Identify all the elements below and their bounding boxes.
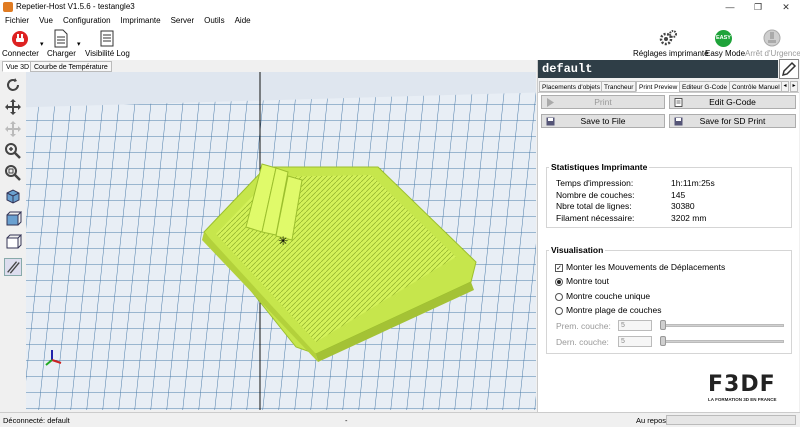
- print-bed-scene: ✳: [26, 72, 536, 410]
- radio-icon: [555, 292, 563, 301]
- save-icon: [546, 117, 555, 126]
- first-layer-spinner[interactable]: 5: [618, 320, 652, 331]
- progress-bar: [666, 415, 796, 425]
- menu-aide[interactable]: Aide: [230, 14, 256, 27]
- first-layer-slider[interactable]: [660, 324, 784, 327]
- last-layer-slider[interactable]: [660, 340, 784, 343]
- play-icon: [547, 98, 554, 107]
- tab-print-preview[interactable]: Print Preview: [636, 81, 681, 92]
- front-view-icon[interactable]: [4, 210, 22, 228]
- tab-temperature-curve[interactable]: Courbe de Température: [30, 61, 112, 72]
- stat-label: Temps d'impression:: [556, 178, 634, 188]
- edit-document-icon: [674, 98, 683, 107]
- menu-configuration[interactable]: Configuration: [58, 14, 116, 27]
- menu-outils[interactable]: Outils: [199, 14, 229, 27]
- checkbox-checked-icon: ✓: [555, 263, 563, 272]
- zoom-fit-icon[interactable]: [4, 164, 22, 182]
- minimize-icon[interactable]: —: [716, 0, 744, 14]
- stat-value: 145: [671, 190, 686, 200]
- status-separator: -: [345, 416, 348, 425]
- tab-scroll-right-icon[interactable]: ▸: [790, 81, 798, 92]
- tab-manual-control[interactable]: Contrôle Manuel: [729, 81, 783, 92]
- stat-value: 1h:11m:25s: [671, 178, 715, 188]
- edit-printer-button[interactable]: [779, 59, 799, 79]
- maximize-icon[interactable]: ❐: [744, 0, 772, 14]
- view-tools: [0, 72, 26, 410]
- easy-mode-icon: EASY: [715, 30, 732, 47]
- move-object-icon[interactable]: [4, 120, 22, 138]
- stat-label: Filament nécessaire:: [556, 213, 635, 223]
- visualisation-title: Visualisation: [549, 245, 606, 255]
- show-single-layer-radio[interactable]: Montre couche unique: [555, 291, 650, 301]
- parallel-projection-icon[interactable]: [4, 258, 22, 276]
- close-icon[interactable]: ✕: [772, 0, 800, 14]
- show-travel-checkbox[interactable]: ✓ Monter les Mouvements de Déplacements: [555, 262, 725, 272]
- app-icon: [3, 2, 13, 12]
- show-all-radio[interactable]: Montre tout: [555, 276, 609, 286]
- gears-icon: [659, 30, 677, 46]
- connect-dropdown-icon[interactable]: ▾: [40, 40, 44, 48]
- tab-slicer[interactable]: Trancheur: [601, 81, 637, 92]
- radio-icon: [555, 306, 563, 315]
- power-plug-icon: [12, 31, 28, 47]
- top-view-icon[interactable]: [4, 233, 22, 251]
- show-layer-range-radio[interactable]: Montre plage de couches: [555, 305, 661, 315]
- stat-value: 3202 mm: [671, 213, 707, 223]
- first-layer-slider-thumb[interactable]: [660, 320, 666, 330]
- load-button[interactable]: Charger: [47, 28, 76, 60]
- emergency-stop-button[interactable]: Arrêt d'Urgence: [745, 28, 800, 60]
- edit-gcode-button[interactable]: Edit G-Code: [669, 95, 796, 109]
- 3d-viewport[interactable]: ✳: [26, 72, 536, 410]
- easy-mode-button[interactable]: EASY Easy Mode: [705, 28, 745, 60]
- stats-title: Statistiques Imprimante: [549, 162, 650, 172]
- menu-imprimante[interactable]: Imprimante: [116, 14, 166, 27]
- f3df-logo: F3DF LA FORMATION 3D EN FRANCE: [708, 373, 792, 409]
- first-layer-label: Prem. couche:: [556, 321, 611, 331]
- toolbar: Connecter ▾ Charger ▾ Visibilité Log Rég…: [0, 28, 800, 60]
- log-icon: [100, 30, 114, 47]
- printer-settings-button[interactable]: Réglages imprimante: [633, 28, 709, 60]
- save-sd-button[interactable]: Save for SD Print: [669, 114, 796, 128]
- pencil-icon: [781, 61, 797, 77]
- radio-selected-icon: [555, 277, 563, 286]
- connection-status: Déconnecté: default: [3, 416, 70, 425]
- connect-button[interactable]: Connecter: [2, 28, 39, 60]
- load-dropdown-icon[interactable]: ▾: [77, 40, 81, 48]
- logo-tagline: LA FORMATION 3D EN FRANCE: [708, 397, 777, 402]
- printer-name-header: default: [538, 60, 778, 78]
- menu-fichier[interactable]: Fichier: [0, 14, 34, 27]
- last-layer-label: Dern. couche:: [556, 337, 609, 347]
- printer-status: Au repos: [636, 416, 667, 425]
- window-title: Repetier-Host V1.5.6 - testangle3: [16, 2, 135, 11]
- stat-value: 30380: [671, 201, 695, 211]
- title-bar: Repetier-Host V1.5.6 - testangle3 — ❐ ✕: [0, 0, 800, 14]
- zoom-in-icon[interactable]: [4, 142, 22, 160]
- tab-gcode-editor[interactable]: Editeur G-Code: [679, 81, 731, 92]
- emergency-stop-icon: [763, 29, 781, 47]
- last-layer-spinner[interactable]: 5: [618, 336, 652, 347]
- sd-card-icon: [674, 117, 683, 126]
- logo-brand: F3DF: [708, 372, 776, 397]
- save-to-file-button[interactable]: Save to File: [541, 114, 665, 128]
- print-button[interactable]: Print: [541, 95, 665, 109]
- menu-bar: Fichier Vue Configuration Imprimante Server O…: [0, 14, 800, 28]
- cursor-crosshair: ✳: [278, 234, 288, 248]
- menu-server[interactable]: Server: [166, 14, 200, 27]
- iso-view-icon[interactable]: [4, 187, 22, 205]
- rotate-icon[interactable]: [4, 76, 22, 94]
- move-icon[interactable]: [4, 98, 22, 116]
- tab-3d-view[interactable]: Vue 3D: [2, 61, 34, 72]
- log-visibility-button[interactable]: Visibilité Log: [85, 28, 130, 60]
- stat-label: Nombre de couches:: [556, 190, 635, 200]
- document-icon: [54, 29, 68, 48]
- last-layer-slider-thumb[interactable]: [660, 336, 666, 346]
- menu-vue[interactable]: Vue: [34, 14, 58, 27]
- stat-label: Nbre total de lignes:: [556, 201, 632, 211]
- tab-scroll-left-icon[interactable]: ◂: [781, 81, 789, 92]
- status-bar: Déconnecté: default - Au repos: [0, 412, 800, 427]
- tab-object-placement[interactable]: Placements d'objets: [539, 81, 603, 92]
